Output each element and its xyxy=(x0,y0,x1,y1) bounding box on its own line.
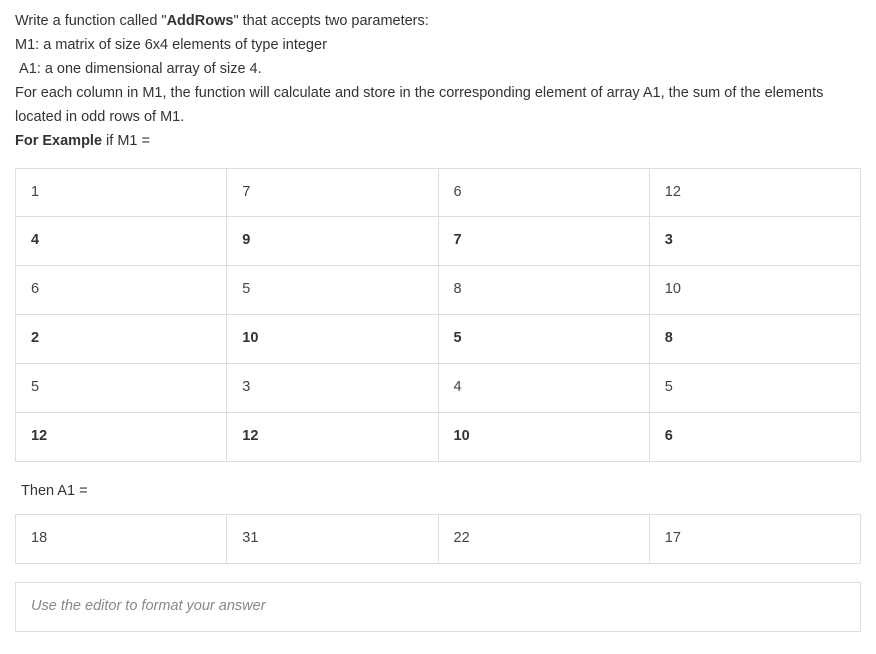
prompt-text: if M1 = xyxy=(102,133,150,149)
table-cell: 10 xyxy=(227,315,438,364)
prompt-line-4: For each column in M1, the function will… xyxy=(15,82,861,130)
table-cell: 10 xyxy=(649,266,860,315)
prompt-line-1: Write a function called "AddRows" that a… xyxy=(15,10,861,34)
table-cell: 3 xyxy=(227,364,438,413)
example-label: For Example xyxy=(15,133,102,149)
table-cell: 22 xyxy=(438,514,649,563)
answer-placeholder: Use the editor to format your answer xyxy=(31,598,266,614)
table-cell: 5 xyxy=(16,364,227,413)
table-row: 5345 xyxy=(16,364,861,413)
table-cell: 7 xyxy=(438,217,649,266)
table-row: 1212106 xyxy=(16,413,861,462)
prompt-text: " that accepts two parameters: xyxy=(233,13,428,29)
table-row: 17612 xyxy=(16,168,861,217)
table-cell: 18 xyxy=(16,514,227,563)
answer-editor[interactable]: Use the editor to format your answer xyxy=(15,582,861,632)
question-prompt: Write a function called "AddRows" that a… xyxy=(15,10,861,154)
table-cell: 6 xyxy=(649,413,860,462)
table-cell: 5 xyxy=(649,364,860,413)
table-row: 65810 xyxy=(16,266,861,315)
matrix-m1: 176124973658102105853451212106 xyxy=(15,168,861,463)
array-a1: 18312217 xyxy=(15,514,861,564)
table-cell: 12 xyxy=(16,413,227,462)
table-cell: 4 xyxy=(16,217,227,266)
table-cell: 4 xyxy=(438,364,649,413)
table-cell: 6 xyxy=(16,266,227,315)
table-row: 21058 xyxy=(16,315,861,364)
then-a1-label: Then A1 = xyxy=(17,480,861,504)
table-cell: 7 xyxy=(227,168,438,217)
table-row: 18312217 xyxy=(16,514,861,563)
table-cell: 10 xyxy=(438,413,649,462)
table-cell: 8 xyxy=(649,315,860,364)
table-cell: 1 xyxy=(16,168,227,217)
table-cell: 17 xyxy=(649,514,860,563)
table-cell: 8 xyxy=(438,266,649,315)
table-cell: 2 xyxy=(16,315,227,364)
table-cell: 12 xyxy=(227,413,438,462)
table-cell: 9 xyxy=(227,217,438,266)
table-cell: 3 xyxy=(649,217,860,266)
prompt-line-2: M1: a matrix of size 6x4 elements of typ… xyxy=(15,34,861,58)
prompt-line-3: A1: a one dimensional array of size 4. xyxy=(15,58,861,82)
table-cell: 12 xyxy=(649,168,860,217)
prompt-line-5: For Example if M1 = xyxy=(15,130,861,154)
table-cell: 6 xyxy=(438,168,649,217)
table-cell: 5 xyxy=(438,315,649,364)
prompt-text: Write a function called " xyxy=(15,13,167,29)
table-row: 4973 xyxy=(16,217,861,266)
table-cell: 5 xyxy=(227,266,438,315)
table-cell: 31 xyxy=(227,514,438,563)
function-name: AddRows xyxy=(167,13,234,29)
